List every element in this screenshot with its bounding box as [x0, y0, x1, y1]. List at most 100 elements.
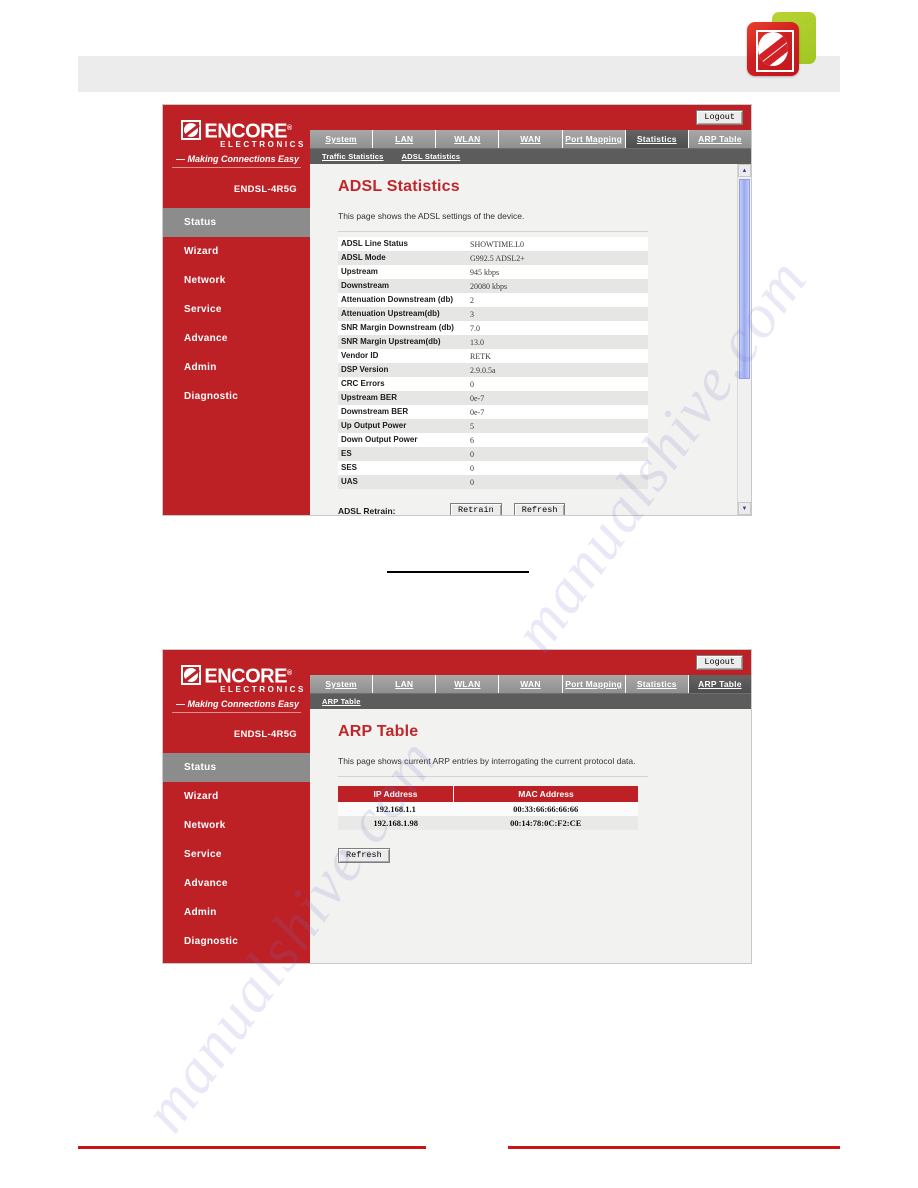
subtabs-adsl: Traffic Statistics ADSL Statistics — [310, 149, 751, 164]
footer-rule-left — [78, 1146, 426, 1149]
main-tabs-adsl: System LAN WLAN WAN Port Mapping Statist… — [310, 130, 751, 149]
table-row: Upstream BER 0e-7 — [338, 391, 648, 405]
router-model-name-2: ENDSL-4R5G — [233, 728, 297, 740]
tab-wlan-2[interactable]: WLAN — [436, 675, 500, 693]
arp-header-row: IP Address MAC Address — [338, 786, 638, 802]
stat-label: ADSL Line Status — [338, 237, 467, 251]
encore-wordmark-2: ENCORE® — [163, 664, 310, 687]
stat-value: 945 kbps — [467, 265, 648, 279]
tab-port-mapping-2[interactable]: Port Mapping — [562, 675, 626, 693]
table-row: 192.168.1.1 00:33:66:66:66:66 — [338, 802, 638, 816]
stat-value: 0 — [467, 447, 648, 461]
sidebar-item-advance[interactable]: Advance — [163, 324, 310, 353]
tab-wan-2[interactable]: WAN — [499, 675, 563, 693]
stat-value: 0e-7 — [467, 405, 648, 419]
sidebar-item-service[interactable]: Service — [163, 295, 310, 324]
topbar-arp: Logout — [310, 650, 751, 675]
stat-label: ES — [338, 447, 467, 461]
table-row: CRC Errors 0 — [338, 377, 648, 391]
sidebar-item-diagnostic[interactable]: Diagnostic — [163, 382, 310, 411]
sidebar-item-admin[interactable]: Admin — [163, 353, 310, 382]
tab-system[interactable]: System — [310, 130, 374, 148]
router-sidebar-2: ENCORE® ELECTRONICS — Making Connections… — [163, 650, 310, 963]
encore-tagline: — Making Connections Easy — [171, 154, 302, 168]
sidebar-item-status[interactable]: Status — [163, 207, 310, 237]
table-row: ES 0 — [338, 447, 648, 461]
table-row: Up Output Power 5 — [338, 419, 648, 433]
stat-value: 7.0 — [467, 321, 648, 335]
panel-arp-table: ARP Table This page shows current ARP en… — [310, 709, 751, 963]
arp-mac-cell: 00:14:78:0C:F2:CE — [453, 816, 638, 830]
refresh-button-adsl[interactable]: Refresh — [513, 503, 566, 515]
stat-label: UAS — [338, 475, 467, 489]
table-row: SNR Margin Upstream(db) 13.0 — [338, 335, 648, 349]
stat-value: 5 — [467, 419, 648, 433]
retrain-button[interactable]: Retrain — [450, 503, 502, 515]
screenshot-adsl-statistics: ENCORE® ELECTRONICS — Making Connections… — [162, 104, 752, 516]
scroll-down-arrow-icon[interactable]: ▼ — [738, 502, 751, 515]
subtab-adsl-statistics[interactable]: ADSL Statistics — [402, 152, 461, 161]
stat-value: 6 — [467, 433, 648, 447]
sidebar-item-admin-2[interactable]: Admin — [163, 898, 310, 927]
stat-label: Upstream BER — [338, 391, 467, 405]
stat-value: 13.0 — [467, 335, 648, 349]
tab-wan[interactable]: WAN — [499, 130, 563, 148]
subtab-arp-table[interactable]: ARP Table — [322, 697, 361, 706]
arp-column-ip: IP Address — [338, 786, 454, 802]
sidebar-item-status-2[interactable]: Status — [163, 752, 310, 782]
encore-subtitle: ELECTRONICS — [220, 139, 306, 149]
tab-port-mapping[interactable]: Port Mapping — [562, 130, 626, 148]
stat-label: SNR Margin Downstream (db) — [338, 321, 467, 335]
tab-statistics[interactable]: Statistics — [625, 130, 689, 148]
table-row: Vendor ID RETK — [338, 349, 648, 363]
table-row: Attenuation Downstream (db) 2 — [338, 293, 648, 307]
tab-arp-table-2[interactable]: ARP Table — [688, 675, 751, 693]
panel-scrollbar[interactable]: ▲ ▼ — [737, 164, 751, 515]
sidebar-item-wizard[interactable]: Wizard — [163, 237, 310, 266]
scrollbar-thumb[interactable] — [739, 179, 750, 379]
footer-rule-right — [508, 1146, 840, 1149]
router-sidebar: ENCORE® ELECTRONICS — Making Connections… — [163, 105, 310, 515]
adsl-retrain-row: ADSL Retrain: Retrain Refresh — [338, 503, 731, 515]
tab-statistics-2[interactable]: Statistics — [625, 675, 689, 693]
screenshot-arp-table: ENCORE® ELECTRONICS — Making Connections… — [162, 649, 752, 964]
sidebar-item-network-2[interactable]: Network — [163, 811, 310, 840]
encore-tagline-2: — Making Connections Easy — [171, 699, 302, 713]
table-row: ADSL Mode G992.5 ADSL2+ — [338, 251, 648, 265]
page-title-adsl: ADSL Statistics — [338, 178, 460, 195]
table-row: DSP Version 2.9.0.5a — [338, 363, 648, 377]
stat-value: 20080 kbps — [467, 279, 648, 293]
tab-lan[interactable]: LAN — [373, 130, 437, 148]
logout-button-2[interactable]: Logout — [696, 655, 743, 670]
scroll-up-arrow-icon[interactable]: ▲ — [738, 164, 751, 177]
sidebar-item-service-2[interactable]: Service — [163, 840, 310, 869]
stat-label: Attenuation Downstream (db) — [338, 293, 467, 307]
arp-ip-cell: 192.168.1.1 — [338, 802, 454, 816]
tab-lan-2[interactable]: LAN — [373, 675, 437, 693]
table-row: Attenuation Upstream(db) 3 — [338, 307, 648, 321]
arp-entries-table: IP Address MAC Address 192.168.1.1 00:33:… — [338, 786, 638, 830]
refresh-button-arp[interactable]: Refresh — [338, 848, 390, 863]
subtab-traffic-statistics[interactable]: Traffic Statistics — [322, 152, 384, 161]
tab-wlan[interactable]: WLAN — [436, 130, 500, 148]
section-divider-rule — [387, 571, 529, 573]
tab-system-2[interactable]: System — [310, 675, 374, 693]
stat-value: 0 — [467, 475, 648, 489]
logout-button[interactable]: Logout — [696, 110, 743, 125]
sidebar-item-diagnostic-2[interactable]: Diagnostic — [163, 927, 310, 956]
stat-label: Attenuation Upstream(db) — [338, 307, 467, 321]
sidebar-item-wizard-2[interactable]: Wizard — [163, 782, 310, 811]
registered-mark: ® — [286, 125, 292, 132]
tab-arp-table[interactable]: ARP Table — [688, 130, 751, 148]
stat-label: SES — [338, 461, 467, 475]
table-row: ADSL Line Status SHOWTIME.L0 — [338, 237, 648, 251]
topbar-adsl: Logout — [310, 105, 751, 130]
page-description-arp: This page shows current ARP entries by i… — [338, 756, 636, 766]
sidebar-menu-2: Status Wizard Network Service Advance Ad… — [163, 752, 310, 956]
stat-label: Downstream — [338, 279, 467, 293]
encore-mark-icon — [181, 120, 202, 141]
sidebar-item-advance-2[interactable]: Advance — [163, 869, 310, 898]
sidebar-item-network[interactable]: Network — [163, 266, 310, 295]
stat-label: DSP Version — [338, 363, 467, 377]
table-row: Downstream BER 0e-7 — [338, 405, 648, 419]
